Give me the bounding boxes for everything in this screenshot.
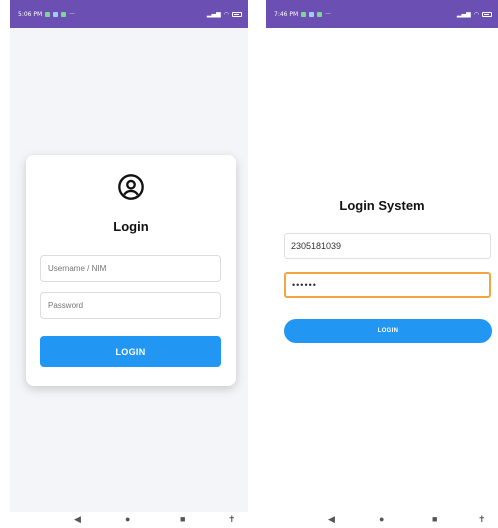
status-left: 5:06 PM ···	[18, 11, 75, 18]
login-card: Login LOGIN	[26, 155, 236, 386]
card-title: Login	[113, 219, 149, 234]
notification-icon	[45, 11, 51, 17]
more-notifications-icon: ···	[69, 10, 75, 18]
notification-icon	[53, 11, 59, 17]
back-icon[interactable]: ◀	[328, 513, 335, 525]
status-bar: 5:06 PM ··· ▂▄▆ ◠	[10, 0, 248, 28]
home-icon[interactable]: ●	[379, 513, 384, 525]
login-button[interactable]: LOGIN	[40, 336, 221, 367]
notification-icon	[61, 11, 67, 17]
password-input[interactable]	[40, 292, 221, 319]
recents-icon[interactable]: ■	[180, 513, 185, 525]
notification-icon	[317, 11, 323, 17]
page-title: Login System	[339, 198, 425, 213]
back-icon[interactable]: ◀	[74, 513, 81, 525]
nav-bar: ◀ ● ■ ✝	[10, 512, 248, 528]
username-input[interactable]	[40, 255, 221, 282]
more-notifications-icon: ···	[325, 10, 331, 18]
notification-icon	[301, 11, 307, 17]
signal-icon: ▂▄▆	[456, 10, 471, 18]
status-right: ▂▄▆ ◠	[207, 11, 242, 18]
right-phone-screen: 7:46 PM ··· ▂▄▆ ◠ Login System LOGIN	[266, 0, 498, 512]
notification-icon	[309, 11, 315, 17]
wifi-icon: ◠	[473, 10, 479, 18]
wifi-icon: ◠	[223, 10, 229, 18]
battery-icon	[232, 11, 242, 17]
status-left: 7:46 PM ···	[274, 11, 331, 18]
status-time: 5:06 PM	[18, 10, 43, 18]
login-button[interactable]: LOGIN	[284, 319, 492, 343]
status-time: 7:46 PM	[274, 10, 299, 18]
nav-bar: ◀ ● ■ ✝	[266, 512, 498, 528]
accessibility-icon[interactable]: ✝	[478, 513, 486, 525]
password-input[interactable]	[284, 272, 491, 298]
status-right: ▂▄▆ ◠	[457, 11, 492, 18]
recents-icon[interactable]: ■	[432, 513, 437, 525]
signal-icon: ▂▄▆	[206, 10, 221, 18]
battery-icon	[482, 11, 492, 17]
user-circle-icon	[118, 174, 144, 200]
accessibility-icon[interactable]: ✝	[228, 513, 236, 525]
nim-input[interactable]	[284, 233, 491, 259]
status-bar: 7:46 PM ··· ▂▄▆ ◠	[266, 0, 498, 28]
left-phone-screen: 5:06 PM ··· ▂▄▆ ◠ Login LOGIN	[10, 0, 248, 512]
home-icon[interactable]: ●	[125, 513, 130, 525]
